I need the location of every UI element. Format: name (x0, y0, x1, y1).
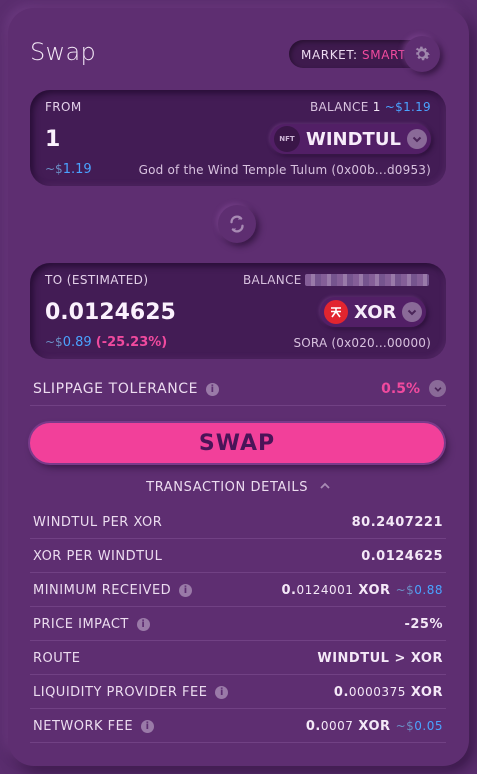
page-title: Swap (30, 38, 97, 66)
transaction-details-toggle[interactable]: TRANSACTION DETAILS (8, 480, 469, 495)
market-label: MARKET: (301, 48, 358, 62)
info-icon[interactable]: i (179, 584, 193, 597)
from-panel: FROM BALANCE 1 ~$1.19 1 NFT WINDTUL ~$1.… (30, 90, 446, 186)
from-token-name: WINDTUL (306, 128, 401, 150)
settings-button[interactable] (404, 36, 440, 72)
info-icon[interactable]: i (141, 720, 155, 733)
detail-label: PRICE IMPACT i (33, 617, 150, 632)
from-balance-usd-prefix: ~$ (384, 100, 404, 114)
swap-button[interactable]: SWAP (30, 423, 444, 463)
to-token-description: SORA (0x020...00000) (293, 336, 431, 350)
detail-row-price-impact: PRICE IMPACT i -25% (30, 607, 446, 641)
transaction-details-label: TRANSACTION DETAILS (146, 480, 309, 495)
detail-row-route: ROUTE WINDTUL > XOR (30, 641, 446, 675)
switch-tokens-button[interactable] (218, 205, 256, 243)
from-balance-value: 1 (372, 100, 381, 114)
detail-value: 0.0124625 (361, 549, 443, 564)
xor-logo-icon (324, 300, 348, 324)
info-icon[interactable]: i (206, 383, 220, 396)
chevron-up-icon (320, 482, 330, 489)
detail-label: ROUTE (33, 651, 81, 666)
from-token-description: God of the Wind Temple Tulum (0x00b...d0… (138, 163, 431, 177)
to-balance-label: BALANCE (243, 273, 302, 287)
to-amount-output[interactable]: 0.0124625 (45, 300, 176, 325)
detail-label: LIQUIDITY PROVIDER FEE i (33, 685, 229, 700)
chevron-down-icon (402, 302, 423, 322)
to-token-selector[interactable]: XOR (320, 297, 427, 327)
detail-value: WINDTUL > XOR (317, 651, 443, 666)
detail-label: WINDTUL PER XOR (33, 515, 163, 530)
swap-arrows-icon (230, 215, 244, 233)
detail-value: 0.0000375 XOR (333, 685, 443, 700)
detail-row-liquidity-fee: LIQUIDITY PROVIDER FEE i 0.0000375 XOR (30, 675, 446, 709)
from-usd-value: ~$1.19 (45, 162, 92, 177)
from-usd-amount: 1.19 (62, 162, 92, 177)
from-label: FROM (45, 100, 82, 114)
info-icon[interactable]: i (215, 686, 229, 699)
from-amount-input[interactable]: 1 (45, 127, 60, 152)
to-usd-amount: 0.89 (62, 335, 92, 350)
slippage-tolerance-row[interactable]: SLIPPAGE TOLERANCE i 0.5% (30, 374, 446, 406)
to-usd-prefix: ~$ (45, 335, 63, 349)
to-panel: TO (ESTIMATED) BALANCE 0.0124625 XOR ~$0… (30, 263, 446, 359)
detail-value: 0.0007 XOR ~$0.05 (305, 719, 443, 734)
from-balance-label: BALANCE (309, 100, 369, 114)
slippage-value: 0.5% (381, 381, 420, 397)
market-value: SMART (362, 48, 407, 62)
info-icon[interactable]: i (136, 618, 150, 631)
to-balance-hidden (305, 274, 429, 286)
from-balance: BALANCE 1 ~$1.19 (310, 100, 431, 114)
detail-value: 0.0124001 XOR ~$0.88 (281, 583, 443, 598)
detail-row-windtul-per-xor: WINDTUL PER XOR 80.2407221 (30, 505, 446, 539)
from-token-selector[interactable]: NFT WINDTUL (270, 124, 431, 154)
from-usd-prefix: ~$ (45, 162, 63, 176)
gear-icon (415, 46, 430, 61)
slippage-label: SLIPPAGE TOLERANCE i (33, 381, 220, 397)
detail-label: NETWORK FEE i (33, 719, 155, 734)
detail-label: XOR PER WINDTUL (33, 549, 163, 564)
chevron-down-icon[interactable] (429, 380, 446, 397)
to-token-name: XOR (354, 301, 397, 323)
detail-row-network-fee: NETWORK FEE i 0.0007 XOR ~$0.05 (30, 709, 446, 743)
detail-value: -25% (404, 617, 443, 632)
to-label: TO (ESTIMATED) (45, 273, 149, 287)
swap-card: Swap MARKET: SMART FROM BALANCE 1 ~$1.19… (8, 8, 469, 766)
detail-row-minimum-received: MINIMUM RECEIVED i 0.0124001 XOR ~$0.88 (30, 573, 446, 607)
chevron-down-icon (406, 129, 427, 149)
from-balance-usd: 1.19 (403, 100, 431, 114)
nft-badge-icon: NFT (274, 126, 300, 152)
detail-value: 80.2407221 (351, 515, 443, 530)
to-usd-value: ~$0.89 (-25.23%) (45, 335, 167, 350)
detail-label: MINIMUM RECEIVED i (33, 583, 193, 598)
to-price-change: (-25.23%) (95, 335, 168, 350)
detail-row-xor-per-windtul: XOR PER WINDTUL 0.0124625 (30, 539, 446, 573)
